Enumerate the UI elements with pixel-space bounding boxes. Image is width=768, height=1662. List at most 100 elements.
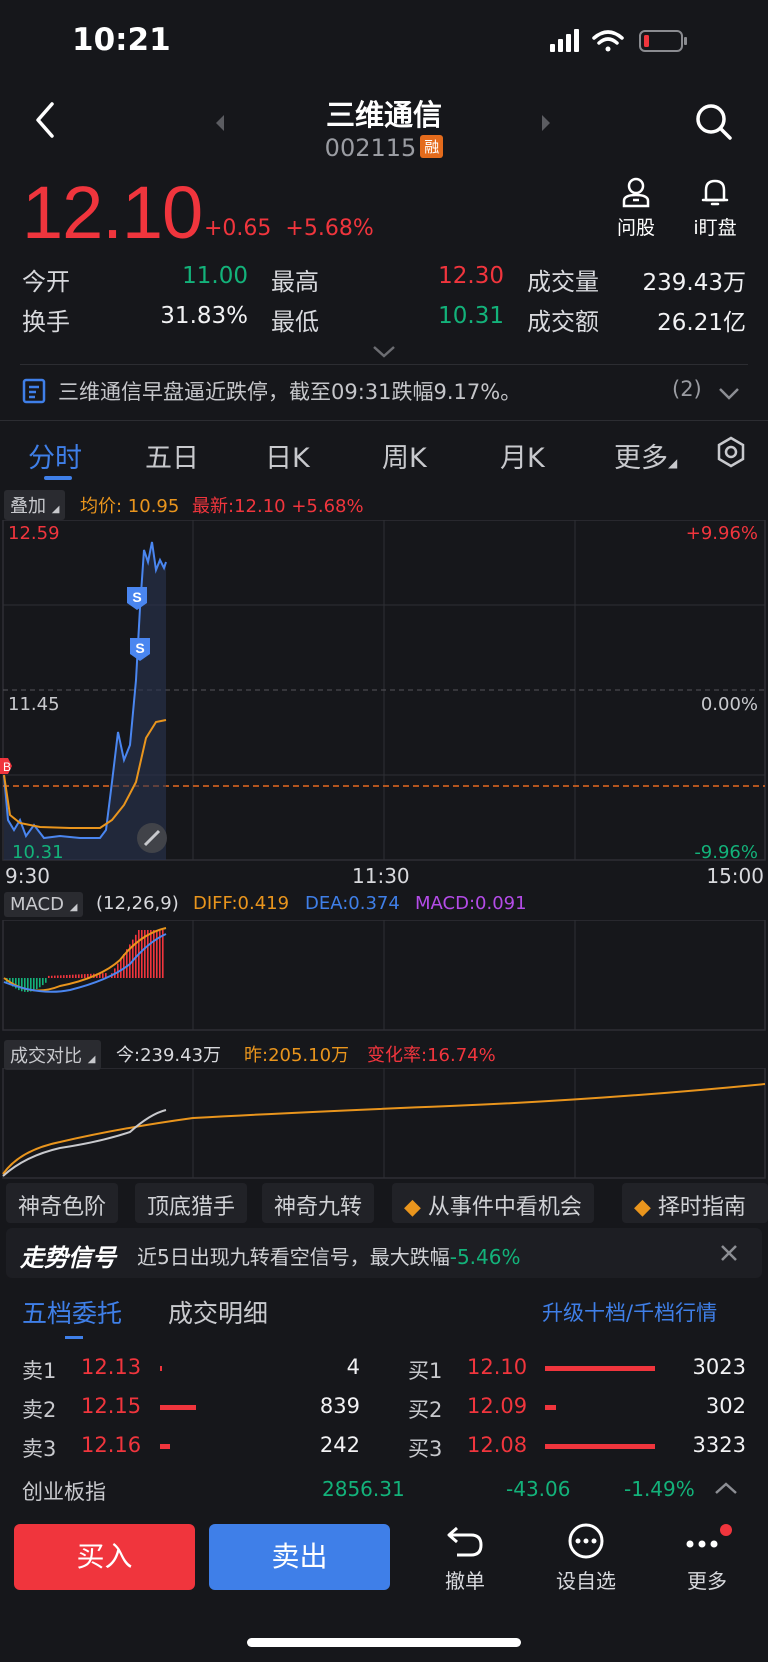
add-favorite-button[interactable]: 设自选	[546, 1522, 626, 1594]
tab-trade-detail[interactable]: 成交明细	[168, 1294, 268, 1330]
settings-button[interactable]	[715, 436, 747, 472]
margin-badge: 融	[420, 135, 444, 158]
news-expand-button[interactable]	[718, 386, 740, 405]
last-price: 12.10	[22, 171, 203, 254]
y-axis-bottom: 10.31	[12, 842, 64, 863]
tab-weekly-k[interactable]: 周K	[382, 436, 427, 475]
index-collapse-button[interactable]	[714, 1480, 738, 1499]
feature-nine-turn[interactable]: 神奇九转	[262, 1183, 375, 1223]
feature-event-chance[interactable]: ◆ 从事件中看机会	[392, 1183, 594, 1223]
more-actions-button[interactable]: 更多	[667, 1522, 747, 1594]
macd-bar	[54, 975, 56, 978]
person-icon	[622, 177, 650, 208]
ask-volume-bar	[160, 1366, 163, 1371]
index-change: -43.06	[506, 1477, 571, 1501]
buy-button[interactable]: 买入	[14, 1524, 195, 1590]
y-axis-mid: 11.45	[8, 694, 60, 715]
turnover-label: 换手	[22, 308, 70, 336]
ask-qty: 242	[319, 1433, 360, 1457]
tab-intraday[interactable]: 分时	[28, 436, 82, 475]
stock-code: 002115	[324, 134, 417, 162]
expand-quote-button[interactable]	[372, 344, 396, 363]
open-label: 今开	[22, 268, 70, 296]
feature-color-scale[interactable]: 神奇色阶	[6, 1183, 119, 1223]
volume-label: 成交量	[527, 268, 599, 296]
news-headline[interactable]: 三维通信早盘逼近跌停，截至09:31跌幅9.17%。	[58, 376, 521, 406]
macd-bar	[57, 975, 59, 978]
ask-label: 卖3	[22, 1437, 57, 1461]
price-change: +0.65 +5.68%	[204, 216, 374, 241]
caret-icon: ◢	[668, 456, 678, 470]
buy-marker: B	[0, 758, 12, 774]
volume-compare-button[interactable]: 成交对比 ◢	[4, 1040, 102, 1070]
home-indicator	[247, 1638, 521, 1647]
macd-dea: DEA:0.374	[305, 893, 400, 914]
close-signal-button[interactable]	[720, 1244, 738, 1266]
news-count: (2)	[672, 377, 702, 401]
ask-label: 卖1	[22, 1359, 57, 1383]
macd-bar	[75, 974, 77, 978]
time-mid: 11:30	[352, 864, 410, 888]
bid-price: 12.10	[467, 1355, 528, 1379]
high-label: 最高	[271, 268, 319, 296]
y-axis-top: 12.59	[8, 523, 60, 544]
bid-qty: 3023	[692, 1355, 746, 1379]
bid-qty: 3323	[692, 1433, 746, 1457]
macd-bar	[84, 974, 86, 978]
cancel-order-button[interactable]: 撤单	[425, 1522, 505, 1594]
volume-change-rate: 变化率:16.74%	[367, 1045, 496, 1066]
tab-more[interactable]: 更多◢	[614, 436, 677, 475]
tab-active-indicator	[44, 476, 72, 480]
index-value: 2856.31	[322, 1477, 405, 1501]
bid-label: 买1	[408, 1359, 443, 1383]
tab-monthly-k[interactable]: 月K	[500, 436, 545, 475]
tab-order-book[interactable]: 五档委托	[22, 1294, 122, 1330]
feature-timing-label: 择时指南	[657, 1195, 746, 1220]
macd-chart[interactable]	[0, 919, 768, 1036]
news-icon	[22, 378, 46, 408]
divider	[20, 364, 748, 365]
stock-title: 三维通信 002115 融	[0, 92, 768, 162]
close-icon	[721, 1245, 737, 1261]
bid-label: 买2	[408, 1398, 443, 1422]
feature-timing-guide[interactable]: ◆ 择时指南	[622, 1183, 768, 1223]
ask-volume-bar	[160, 1405, 197, 1410]
search-button[interactable]	[694, 102, 734, 146]
tab-five-day[interactable]: 五日	[145, 436, 199, 475]
macd-bar	[156, 930, 158, 978]
ask-stock-button[interactable]: 问股	[601, 176, 671, 240]
hexagon-settings-icon	[717, 436, 745, 468]
macd-bar	[33, 978, 35, 991]
status-icons	[550, 26, 720, 60]
upgrade-level2-link[interactable]: 升级十档/千档行情	[542, 1297, 717, 1327]
macd-bar	[153, 930, 155, 978]
macd-button[interactable]: MACD ◢	[4, 892, 84, 917]
sell-button[interactable]: 卖出	[209, 1524, 390, 1590]
macd-label: MACD	[10, 894, 64, 915]
ask-volume-bar	[160, 1444, 170, 1449]
watch-button[interactable]: i盯盘	[680, 176, 750, 240]
svg-text:B: B	[3, 760, 11, 774]
macd-diff: DIFF:0.419	[193, 893, 290, 914]
volume-compare-chart[interactable]	[0, 1067, 768, 1184]
chevron-up-icon	[715, 1482, 737, 1494]
cancel-order-label: 撤单	[445, 1569, 485, 1593]
status-time: 10:21	[72, 22, 171, 58]
ask-qty: 4	[346, 1355, 360, 1379]
notification-dot	[720, 1524, 732, 1536]
feature-top-bottom[interactable]: 顶底猎手	[135, 1183, 248, 1223]
tab-daily-k[interactable]: 日K	[265, 436, 310, 475]
macd-bar	[141, 930, 143, 978]
undo-icon	[447, 1526, 483, 1557]
latest-legend: 最新:12.10 +5.68%	[192, 496, 364, 517]
macd-bar	[72, 974, 74, 978]
macd-bar	[21, 978, 23, 992]
diamond-icon: ◆	[404, 1195, 421, 1220]
avg-price-legend: 均价: 10.95	[80, 496, 180, 517]
index-pct: -1.49%	[624, 1477, 695, 1501]
index-name[interactable]: 创业板指	[22, 1476, 106, 1506]
overlay-button[interactable]: 叠加 ◢	[4, 490, 66, 520]
intraday-chart[interactable]: S S B	[0, 519, 768, 866]
change-percent: +5.68%	[285, 216, 374, 241]
pct-axis-bottom: -9.96%	[694, 842, 758, 863]
